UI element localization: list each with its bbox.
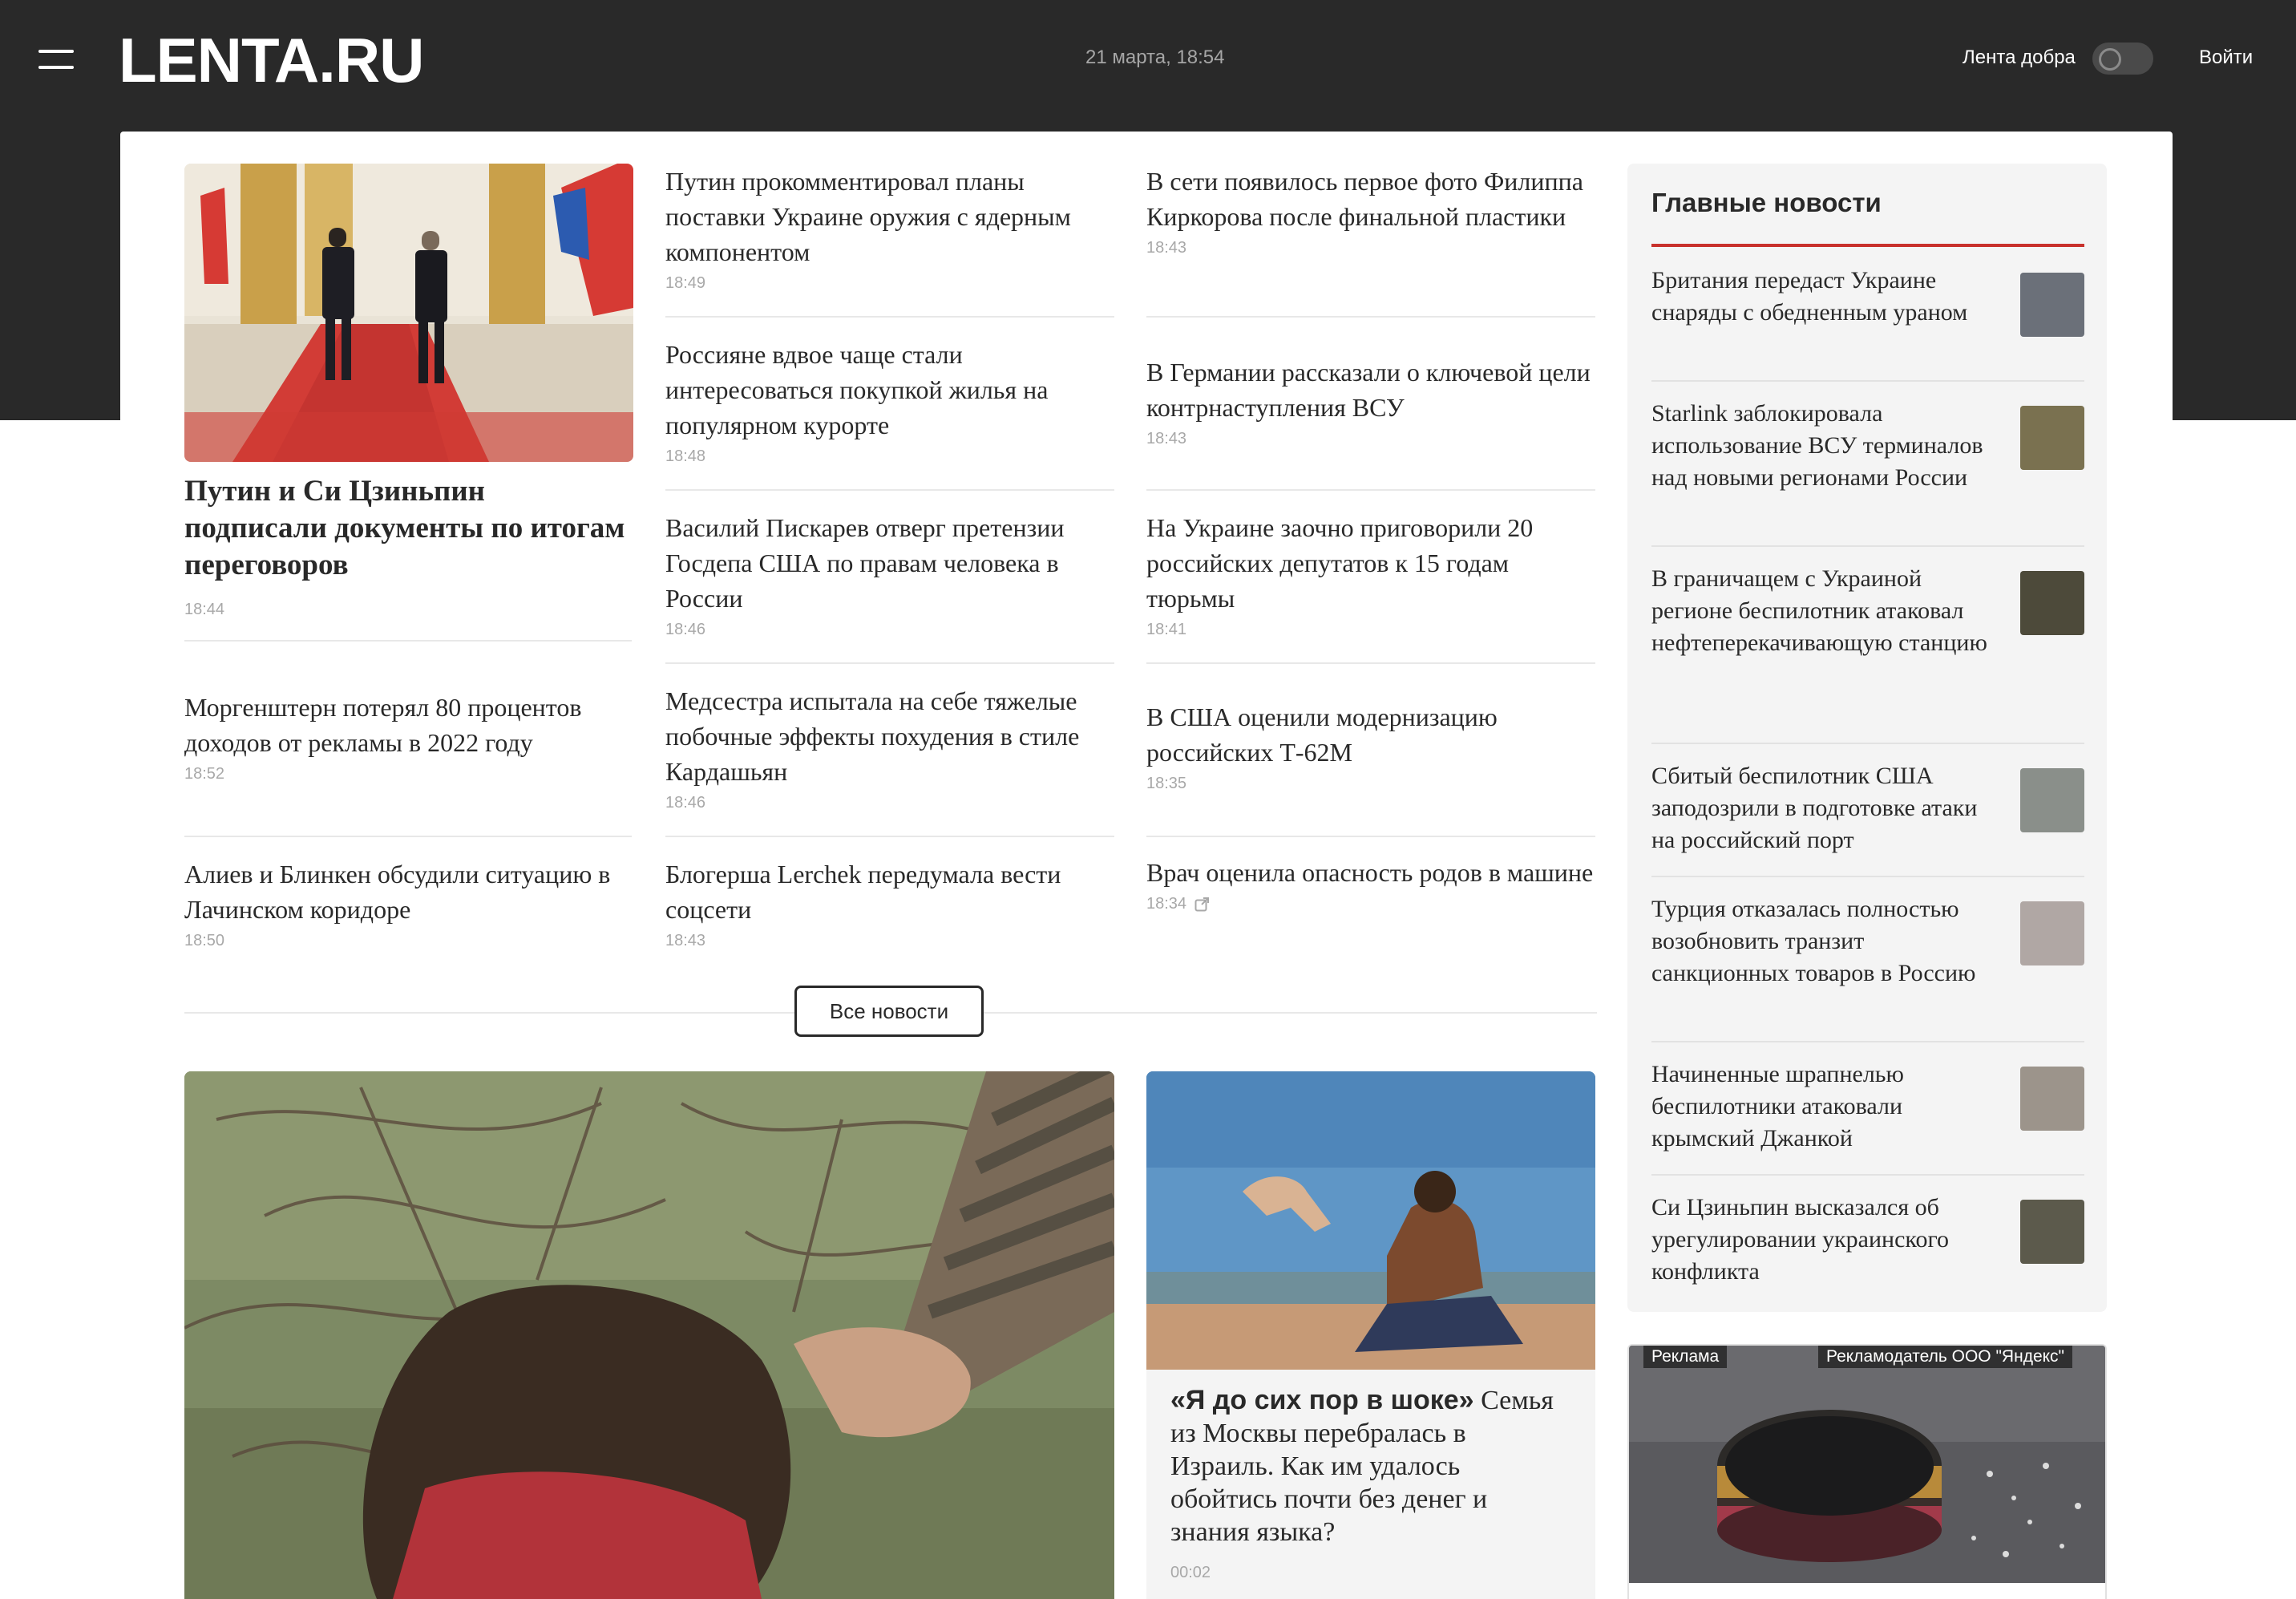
feature-story-time: 00:02 — [1170, 1564, 1211, 1581]
menu-icon[interactable] — [38, 50, 74, 69]
feature-story-card[interactable]: «Я до сих пор в шоке» Семья из Москвы пе… — [1146, 1071, 1595, 1599]
divider — [1146, 836, 1595, 837]
top-story-time: 18:44 — [184, 601, 225, 618]
sidebar-news-item[interactable]: Starlink заблокировала использование ВСУ… — [1651, 398, 2084, 526]
divider — [1651, 1174, 2084, 1176]
news-item[interactable]: Врач оценила опасность родов в машине 18… — [1146, 855, 1600, 913]
divider — [1651, 1041, 2084, 1042]
sidebar-news-thumb — [2020, 768, 2084, 832]
news-time: 18:50 — [184, 932, 225, 949]
sidebar-news-text: В граничащем с Украиной регионе беспилот… — [1651, 565, 1987, 656]
news-item[interactable]: В США оценили модернизацию российских Т-… — [1146, 699, 1600, 793]
divider — [665, 836, 1114, 837]
sidebar-news-item[interactable]: Турция отказалась полностью возобновить … — [1651, 893, 2084, 1022]
sidebar-news-text: Британия передаст Украине снаряды с обед… — [1651, 267, 1968, 326]
divider — [1651, 876, 2084, 877]
news-time: 18:34 — [1146, 895, 1600, 913]
news-title: Василий Пискарев отверг претензии Госдеп… — [665, 513, 1065, 613]
sidebar-news-item[interactable]: Си Цзиньпин высказался об урегулировании… — [1651, 1192, 2084, 1288]
divider — [665, 662, 1114, 664]
news-title: Медсестра испытала на себе тяжелые побоч… — [665, 686, 1080, 786]
sidebar-news-thumb — [2020, 1067, 2084, 1131]
news-item[interactable]: На Украине заочно приговорили 20 российс… — [1146, 510, 1600, 639]
news-item[interactable]: Путин прокомментировал планы поставки Ук… — [665, 164, 1119, 293]
divider — [1146, 316, 1595, 318]
divider — [1651, 380, 2084, 382]
ad-photo — [1629, 1346, 2105, 1583]
news-title: В Германии рассказали о ключевой цели ко… — [1146, 358, 1591, 422]
news-time: 18:48 — [665, 447, 706, 465]
news-time: 18:43 — [1146, 239, 1187, 257]
sidebar-news-thumb — [2020, 273, 2084, 337]
big-story-photo[interactable] — [184, 1071, 1114, 1599]
sidebar-news-item[interactable]: Начиненные шрапнелью беспилотники атаков… — [1651, 1059, 2084, 1155]
sidebar-news-text: Начиненные шрапнелью беспилотники атаков… — [1651, 1061, 1904, 1152]
divider — [1651, 743, 2084, 744]
sidebar-news-item[interactable]: Сбитый беспилотник США заподозрили в под… — [1651, 760, 2084, 856]
kind-news-label: Лента добра — [1963, 47, 2076, 68]
news-item[interactable]: Алиев и Блинкен обсудили ситуацию в Лачи… — [184, 856, 638, 950]
divider — [1146, 489, 1595, 491]
sidebar-news-text: Starlink заблокировала использование ВСУ… — [1651, 400, 1983, 491]
news-title: Блогерша Lerchek передумала вести соцсет… — [665, 860, 1061, 924]
sidebar-title-underline — [1651, 244, 2084, 247]
sidebar-news-thumb — [2020, 406, 2084, 470]
news-item[interactable]: Медсестра испытала на себе тяжелые побоч… — [665, 683, 1119, 812]
divider — [184, 836, 632, 837]
news-item[interactable]: Моргенштерн потерял 80 процентов доходов… — [184, 690, 638, 783]
sidebar-news-item[interactable]: В граничащем с Украиной регионе беспилот… — [1651, 563, 2084, 723]
feature-story-title: «Я до сих пор в шоке» Семья из Москвы пе… — [1170, 1385, 1554, 1547]
sidebar-news-thumb — [2020, 901, 2084, 965]
top-story-photo[interactable] — [184, 164, 633, 462]
news-title: Врач оценила опасность родов в машине — [1146, 858, 1594, 887]
ad-advertiser: Рекламодатель ООО "Яндекс" — [1818, 1346, 2073, 1368]
current-date: 21 марта, 18:54 — [1085, 47, 1225, 68]
news-time: 18:52 — [184, 765, 225, 783]
top-story-title[interactable]: Путин и Си Цзиньпин подписали документы … — [184, 473, 633, 584]
news-time: 18:35 — [1146, 775, 1187, 792]
news-item[interactable]: В сети появилось первое фото Филиппа Кир… — [1146, 164, 1600, 257]
divider — [1651, 545, 2084, 547]
news-item[interactable]: Россияне вдвое чаще стали интересоваться… — [665, 337, 1119, 466]
sidebar-news-thumb — [2020, 1200, 2084, 1264]
news-title: Россияне вдвое чаще стали интересоваться… — [665, 340, 1049, 439]
sidebar-news-text: Сбитый беспилотник США заподозрили в под… — [1651, 763, 1978, 853]
news-time: 18:43 — [1146, 430, 1187, 447]
divider — [184, 640, 632, 642]
news-item[interactable]: Блогерша Lerchek передумала вести соцсет… — [665, 856, 1119, 950]
news-item[interactable]: В Германии рассказали о ключевой цели ко… — [1146, 354, 1600, 448]
news-time: 18:41 — [1146, 621, 1187, 638]
news-item[interactable]: Василий Пискарев отверг претензии Госдеп… — [665, 510, 1119, 639]
news-time: 18:43 — [665, 932, 706, 949]
divider — [665, 489, 1114, 491]
news-time: 18:49 — [665, 274, 706, 292]
divider — [1146, 662, 1595, 664]
kind-news-toggle[interactable] — [2092, 43, 2153, 75]
sidebar-news-text: Си Цзиньпин высказался об урегулировании… — [1651, 1194, 1950, 1285]
divider — [665, 316, 1114, 318]
site-logo[interactable]: LENTA.RU — [119, 24, 425, 96]
site-header: LENTA.RU 21 марта, 18:54 Лента добра Вой… — [0, 0, 2296, 120]
sidebar-news-thumb — [2020, 571, 2084, 635]
news-time: 18:46 — [665, 794, 706, 812]
news-title: На Украине заочно приговорили 20 российс… — [1146, 513, 1534, 613]
news-time: 18:46 — [665, 621, 706, 638]
sidebar-news-text: Турция отказалась полностью возобновить … — [1651, 896, 1976, 986]
advertisement[interactable]: Реклама Рекламодатель ООО "Яндекс" — [1627, 1344, 2107, 1599]
news-title: В США оценили модернизацию российских Т-… — [1146, 702, 1498, 767]
news-title: В сети появилось первое фото Филиппа Кир… — [1146, 167, 1583, 231]
news-title: Путин прокомментировал планы поставки Ук… — [665, 167, 1071, 266]
ad-label: Реклама — [1643, 1346, 1728, 1368]
news-title: Моргенштерн потерял 80 процентов доходов… — [184, 693, 582, 757]
all-news-button[interactable]: Все новости — [794, 986, 984, 1037]
sidebar-title: Главные новости — [1651, 188, 1882, 217]
feature-story-photo — [1146, 1071, 1595, 1370]
external-link-icon — [1194, 897, 1210, 911]
login-link[interactable]: Войти — [2199, 47, 2253, 69]
news-title: Алиев и Блинкен обсудили ситуацию в Лачи… — [184, 860, 611, 924]
sidebar-news-item[interactable]: Британия передаст Украине снаряды с обед… — [1651, 265, 2084, 361]
toggle-knob — [2099, 48, 2121, 71]
